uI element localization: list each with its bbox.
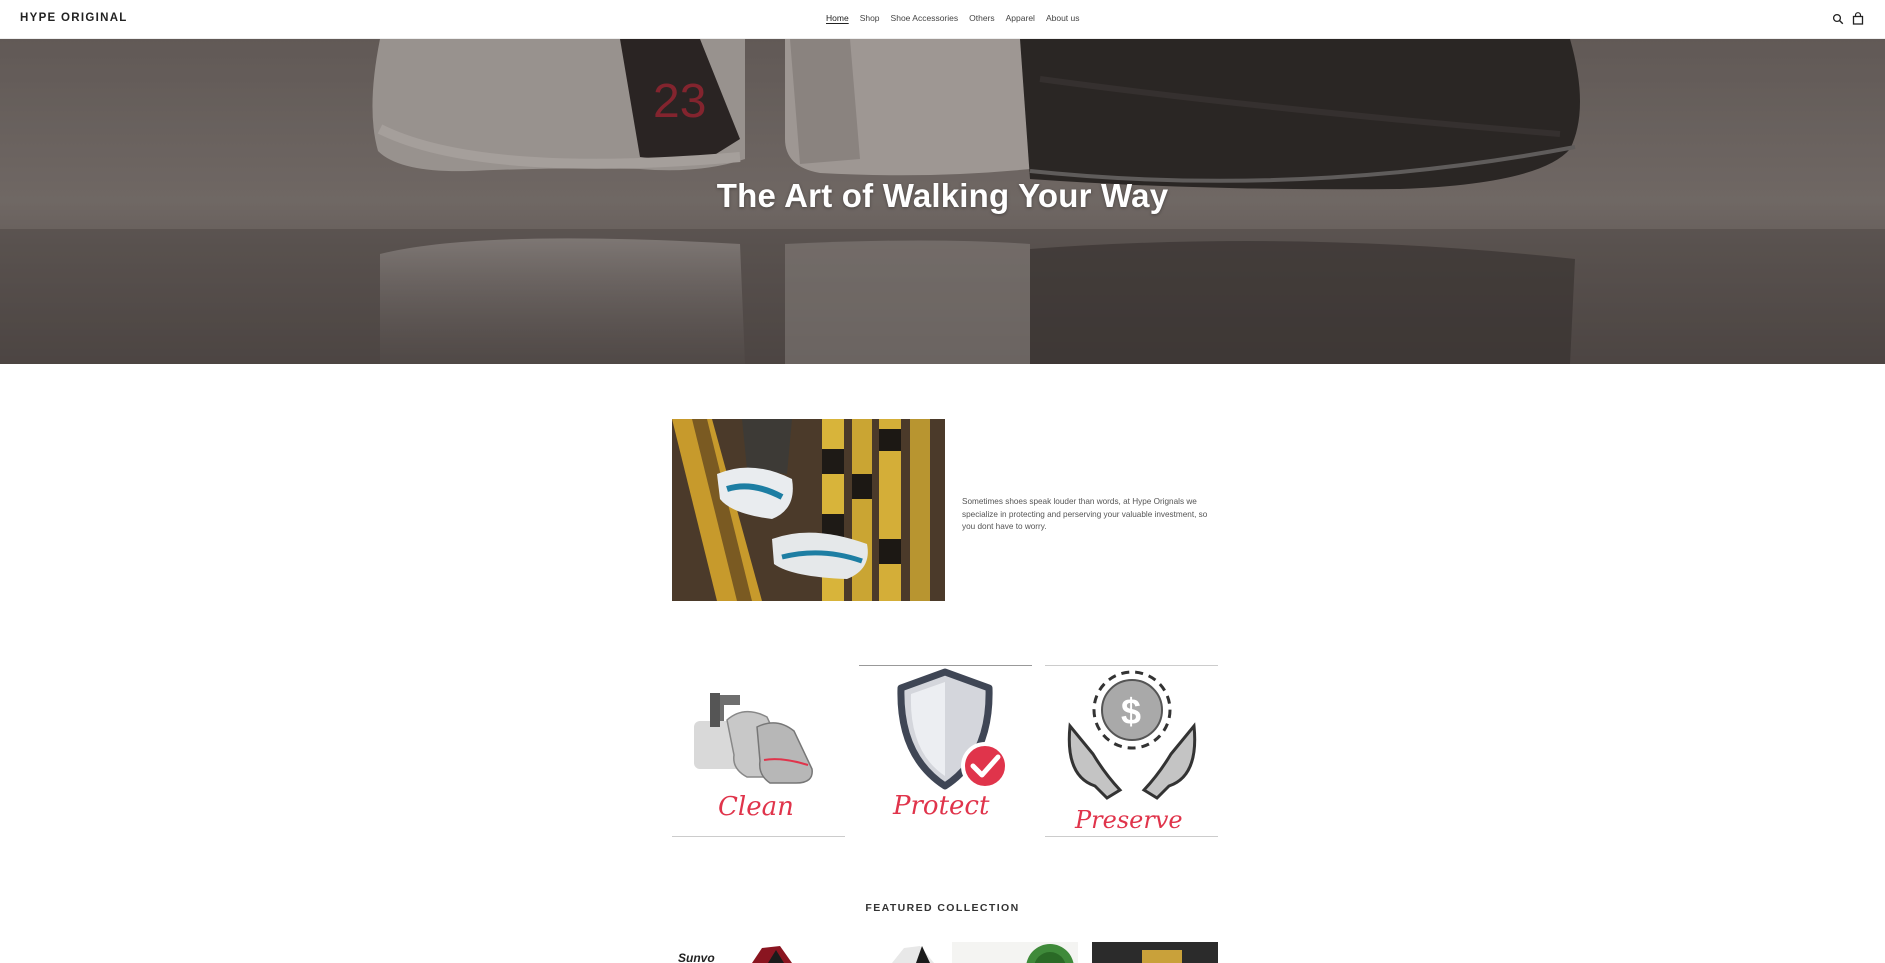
product-card-3[interactable]: [952, 942, 1078, 963]
clean-illustration: Clean: [694, 693, 813, 822]
feature-protect-card[interactable]: Protect: [859, 665, 1032, 837]
cart-icon[interactable]: [1852, 12, 1864, 25]
search-icon[interactable]: [1832, 13, 1844, 25]
hero-title: The Art of Walking Your Way: [716, 177, 1169, 214]
nav-about-us[interactable]: About us: [1046, 13, 1080, 23]
about-sneakers-image: [672, 419, 945, 601]
hero-banner: 23 The Art of Walking Your Way: [0, 39, 1885, 364]
nav-others[interactable]: Others: [969, 13, 995, 23]
nav-home[interactable]: Home: [826, 13, 849, 23]
feature-clean-card[interactable]: Clean: [672, 665, 845, 837]
product-card-2[interactable]: [812, 942, 938, 963]
product-brand-label: Sunvo: [678, 951, 715, 963]
site-header: HYPE ORIGINAL Home Shop Shoe Accessories…: [0, 0, 1885, 39]
preserve-illustration: $ Preserve: [1067, 670, 1197, 834]
nav-shop[interactable]: Shop: [860, 13, 880, 23]
product-card-4[interactable]: [1092, 942, 1218, 963]
clean-label: Clean: [718, 792, 794, 822]
about-text: Sometimes shoes speak louder than words,…: [962, 497, 1208, 531]
preserve-label: Preserve: [1074, 806, 1183, 834]
nav-apparel[interactable]: Apparel: [1006, 13, 1035, 23]
svg-text:$: $: [1121, 691, 1141, 732]
product-card-1[interactable]: Sunvo: [672, 942, 798, 963]
protect-label: Protect: [892, 791, 990, 821]
main-nav: Home Shop Shoe Accessories Others Appare…: [826, 13, 1080, 23]
protect-illustration: Protect: [892, 668, 1009, 821]
feature-preserve-card[interactable]: $ Preserve: [1045, 665, 1218, 837]
site-logo[interactable]: HYPE ORIGINAL: [20, 12, 128, 24]
nav-shoe-accessories[interactable]: Shoe Accessories: [891, 13, 959, 23]
featured-collection-title: FEATURED COLLECTION: [865, 902, 1020, 914]
